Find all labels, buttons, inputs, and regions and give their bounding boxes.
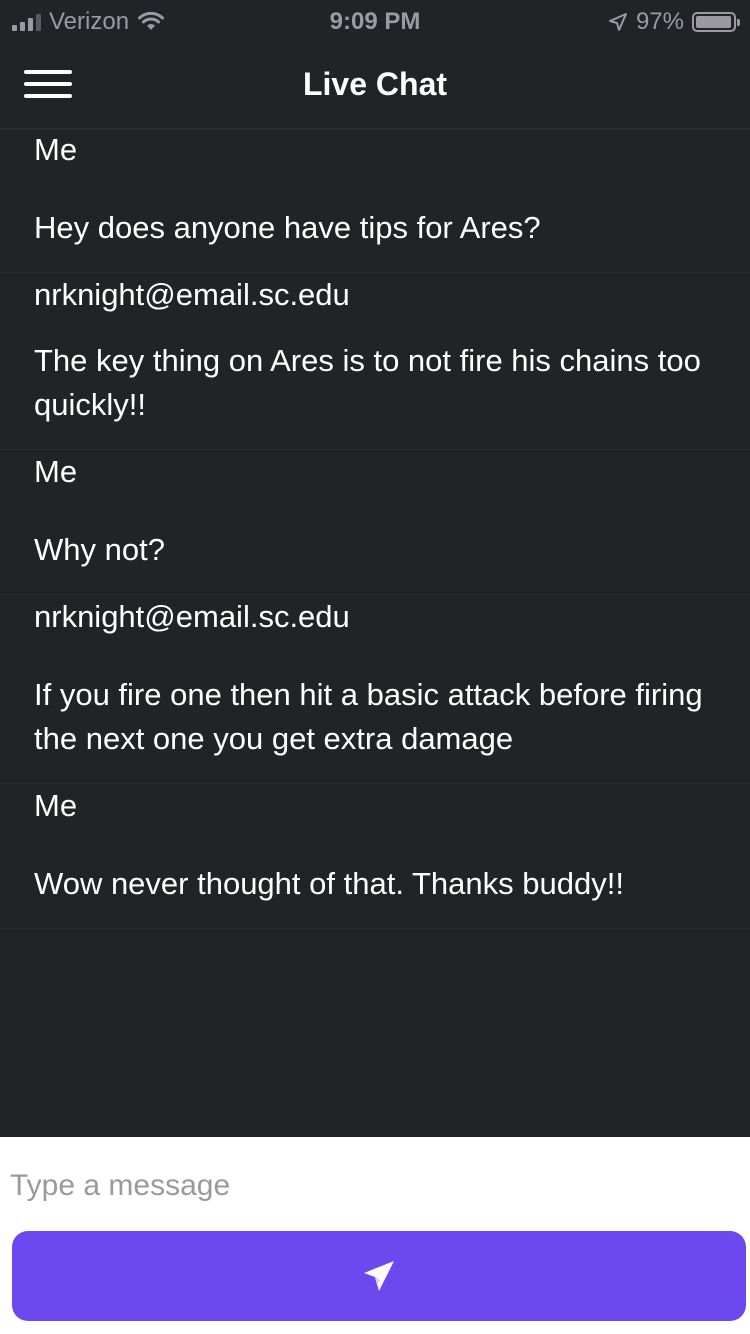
message-text: The key thing on Ares is to not fire his… — [34, 343, 701, 422]
message-item: Me Hey does anyone have tips for Ares? — [0, 128, 750, 273]
message-input[interactable] — [10, 1161, 730, 1211]
message-sender: Me — [34, 788, 78, 823]
live-chat-screen: Verizon 9:09 PM 97% Live Chat Me Hey doe… — [0, 0, 750, 1334]
message-list[interactable]: Me Hey does anyone have tips for Ares? n… — [0, 128, 750, 1136]
message-composer — [0, 1137, 750, 1334]
status-right: 97% — [608, 8, 740, 36]
message-item: Me Wow never thought of that. Thanks bud… — [0, 784, 750, 929]
message-text: Hey does anyone have tips for Ares? — [34, 210, 541, 245]
page-title: Live Chat — [302, 66, 448, 102]
battery-icon — [692, 12, 740, 32]
message-text: If you fire one then hit a basic attack … — [34, 677, 703, 756]
send-button[interactable] — [12, 1231, 746, 1321]
message-sender: nrknight@email.sc.edu — [34, 277, 350, 312]
message-sender: Me — [34, 454, 78, 489]
message-sender: Me — [34, 132, 78, 167]
nav-header: Live Chat — [0, 40, 750, 129]
message-item: nrknight@email.sc.edu If you fire one th… — [0, 595, 750, 784]
battery-level — [696, 16, 731, 28]
location-arrow-icon — [608, 13, 627, 31]
status-bar: Verizon 9:09 PM 97% — [0, 0, 750, 40]
battery-percentage: 97% — [635, 8, 684, 35]
paper-plane-icon — [364, 1261, 394, 1291]
message-item: Me Why not? — [0, 450, 750, 595]
message-text: Why not? — [34, 532, 165, 567]
message-sender: nrknight@email.sc.edu — [34, 599, 350, 634]
message-text: Wow never thought of that. Thanks buddy!… — [34, 866, 624, 901]
message-item: nrknight@email.sc.edu The key thing on A… — [0, 273, 750, 450]
